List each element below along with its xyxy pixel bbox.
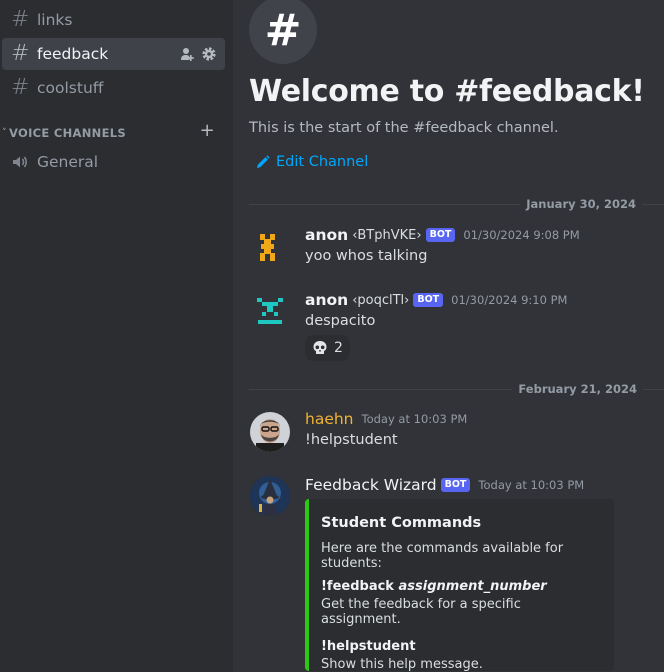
user-tag: ‹BTphVKE› [352,227,422,243]
command-name: !feedback [321,579,394,594]
embed: Student Commands Here are the commands a… [305,499,614,672]
invite-member-icon[interactable] [179,46,195,62]
welcome-subtitle: This is the start of the #feedback chann… [249,120,559,136]
embed-field-value: Get the feedback for a specific assignme… [321,597,521,627]
channel-label: links [37,11,73,29]
username[interactable]: haehn [305,410,354,428]
channel-hash-icon: # [249,0,317,64]
avatar[interactable] [250,293,290,333]
command-arg: assignment_number [398,579,547,594]
hash-icon: # [11,75,30,100]
message-text: !helpstudent [305,432,398,448]
command-name: !helpstudent [321,639,416,654]
timestamp: Today at 10:03 PM [361,412,468,426]
channel-label: feedback [37,45,109,63]
username[interactable]: anon [305,226,348,244]
voice-channel-general[interactable]: General [2,146,225,178]
timestamp: 01/30/2024 9:08 PM [463,228,580,242]
embed-field-value: Show this help message. [321,657,483,672]
channel-feedback[interactable]: # feedback [2,38,225,70]
channel-label: General [37,153,99,171]
date-divider-label: February 21, 2024 [512,382,643,396]
username[interactable]: Feedback Wizard [305,476,437,494]
channel-label: coolstuff [37,79,104,97]
timestamp: 01/30/2024 9:10 PM [451,293,568,307]
date-divider-label: January 30, 2024 [520,197,642,211]
avatar[interactable] [250,228,290,268]
edit-channel-link[interactable]: Edit Channel [256,154,368,170]
pencil-icon [257,155,270,168]
bot-badge: BOT [425,228,456,242]
channel-coolstuff[interactable]: # coolstuff [2,72,225,104]
reaction[interactable]: 2 [305,335,350,361]
bot-badge: BOT [413,293,444,307]
avatar[interactable] [250,412,290,452]
timestamp: Today at 10:03 PM [478,478,585,492]
welcome-title: Welcome to #feedback! [249,74,645,109]
reaction-count: 2 [334,340,343,356]
avatar[interactable] [250,476,290,516]
edit-channel-label: Edit Channel [276,154,369,170]
skull-icon [313,341,327,354]
user-tag: ‹poqclTl› [352,292,410,308]
chevron-down-icon: ˅ [2,128,7,138]
bot-badge: BOT [440,478,471,492]
embed-title: Student Commands [321,515,482,531]
speaker-icon [11,153,33,171]
chat-area: # Welcome to #feedback! This is the star… [233,0,664,672]
embed-field-name: !feedback assignment_number [321,579,602,594]
message-text: despacito [305,313,376,329]
channel-sidebar: # links # feedback # coolstuff ˅ VOICE C… [0,0,233,672]
add-channel-icon[interactable]: + [200,120,215,141]
gear-icon[interactable] [201,46,217,62]
embed-field-name: !helpstudent [321,639,602,654]
voice-category[interactable]: ˅ VOICE CHANNELS + [0,120,225,142]
message-text: yoo whos talking [305,248,428,264]
voice-category-label: VOICE CHANNELS [9,126,126,140]
channel-links[interactable]: # links [2,4,225,36]
embed-description: Here are the commands available for stud… [321,541,564,571]
username[interactable]: anon [305,291,348,309]
hash-icon: # [11,7,30,32]
hash-icon: # [11,41,30,66]
